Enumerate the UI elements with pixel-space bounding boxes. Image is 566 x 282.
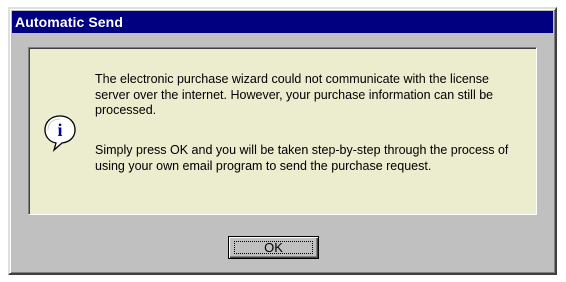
window-title: Automatic Send bbox=[15, 14, 123, 30]
ok-button[interactable]: OK bbox=[228, 236, 319, 259]
info-icon: i bbox=[44, 115, 76, 152]
message-paragraph-2: Simply press OK and you will be taken st… bbox=[95, 143, 509, 173]
title-bar[interactable]: Automatic Send bbox=[12, 11, 553, 33]
ok-button-label: OK bbox=[234, 240, 313, 255]
message-panel: i The electronic purchase wizard could n… bbox=[28, 47, 537, 215]
automatic-send-dialog: Automatic Send i The electronic purchase… bbox=[8, 7, 557, 275]
info-icon-glyph: i bbox=[57, 120, 62, 140]
message-paragraph-1: The electronic purchase wizard could not… bbox=[95, 72, 494, 117]
